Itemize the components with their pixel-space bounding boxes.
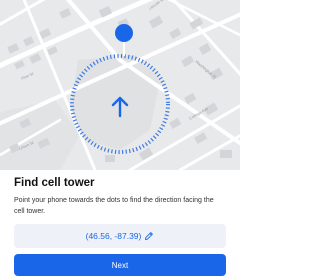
next-button[interactable]: Next <box>14 254 226 276</box>
map-view[interactable]: Lincoln Rd Washington St Pine St College… <box>0 0 240 170</box>
pencil-icon <box>144 231 154 241</box>
coordinates-button[interactable]: (46.56, -87.39) <box>14 224 226 248</box>
info-panel: Find cell tower Point your phone towards… <box>0 170 240 276</box>
map-canvas: Lincoln Rd Washington St Pine St College… <box>0 0 240 170</box>
next-button-label: Next <box>111 260 129 270</box>
find-cell-tower-screen: Lincoln Rd Washington St Pine St College… <box>0 0 240 276</box>
coordinates-label: (46.56, -87.39) <box>85 231 142 241</box>
page-title: Find cell tower <box>14 177 95 189</box>
instructions-text: Point your phone towards the dots to fin… <box>14 197 214 215</box>
user-location-dot <box>115 24 133 42</box>
